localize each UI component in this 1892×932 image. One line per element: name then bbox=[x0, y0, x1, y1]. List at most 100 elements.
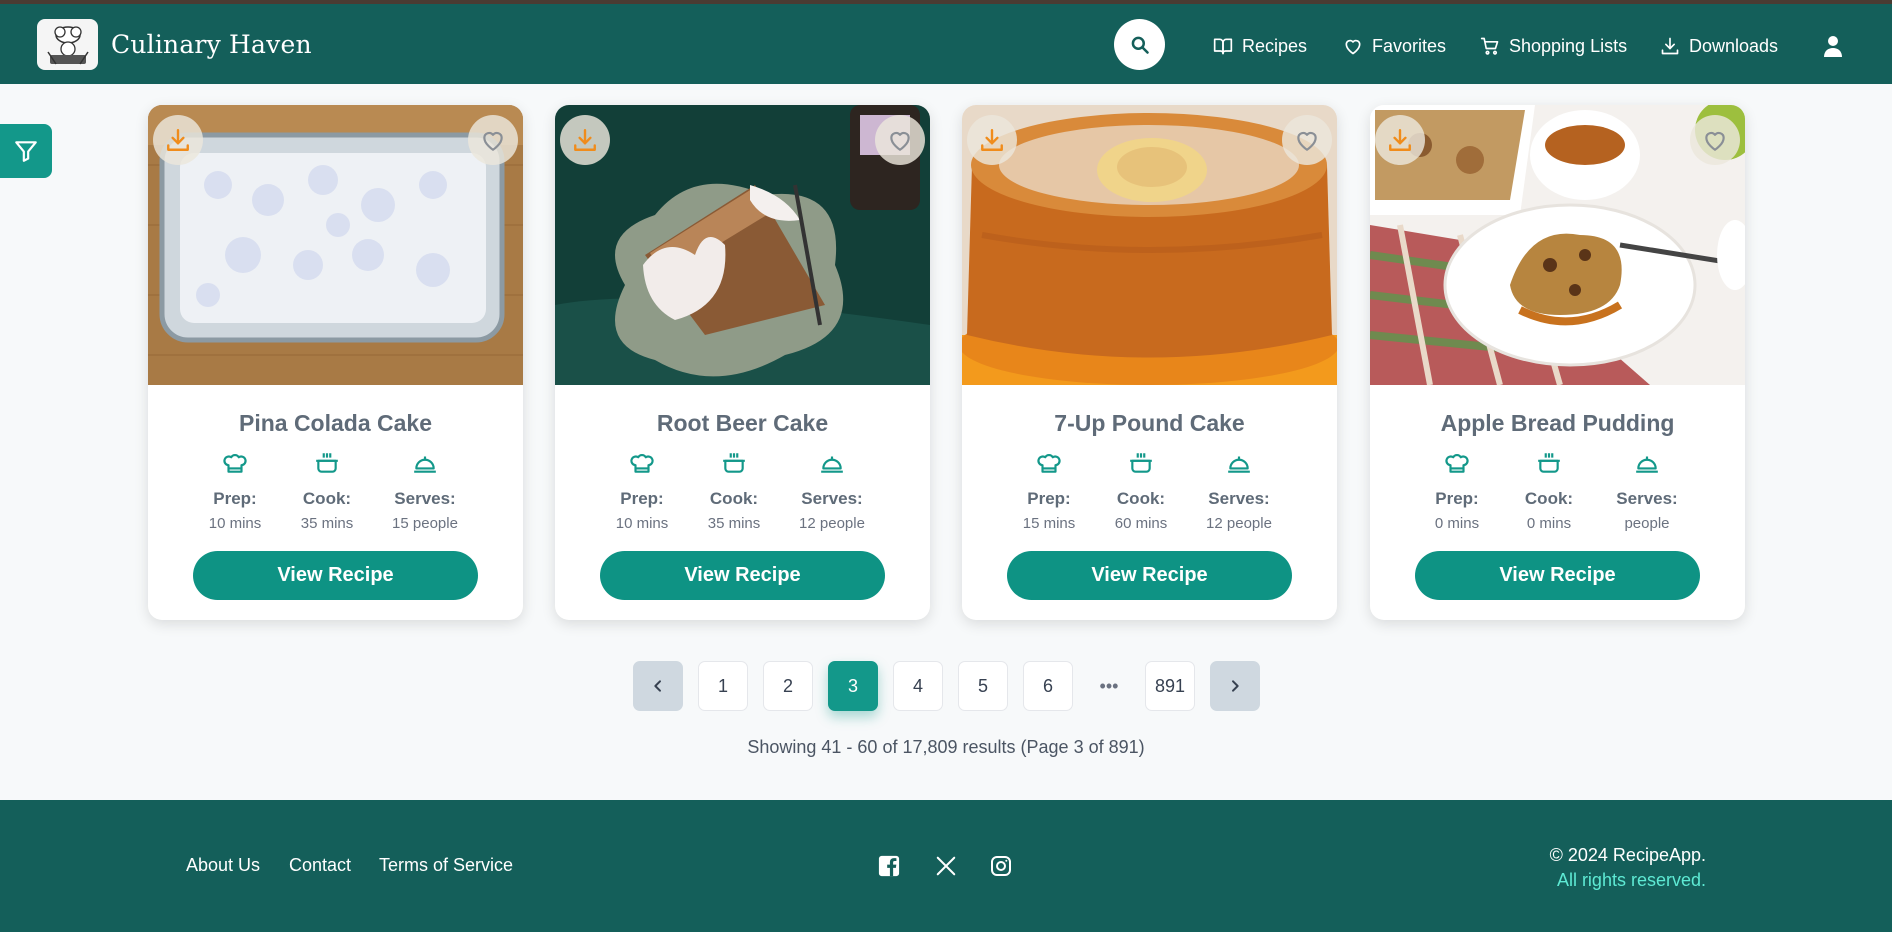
heart-icon bbox=[890, 131, 910, 151]
nav-favorites[interactable]: Favorites bbox=[1343, 34, 1446, 58]
serves-label: Serves: bbox=[1616, 489, 1678, 508]
rights-text: All rights reserved. bbox=[1556, 870, 1706, 890]
nav-shopping-lists[interactable]: Shopping Lists bbox=[1480, 34, 1627, 58]
recipe-title[interactable]: Pina Colada Cake bbox=[148, 410, 523, 437]
pagination-ellipsis: ••• bbox=[1099, 675, 1119, 696]
download-recipe-button[interactable] bbox=[1375, 115, 1425, 165]
serving-dish-icon bbox=[821, 456, 843, 473]
cook-value: 35 mins bbox=[300, 515, 354, 532]
page-button-5[interactable]: 5 bbox=[958, 661, 1008, 711]
favorite-button[interactable] bbox=[875, 115, 925, 165]
footer-link-contact[interactable]: Contact bbox=[289, 855, 351, 876]
servings: Serves: people bbox=[1592, 448, 1702, 532]
chef-hat-icon bbox=[1445, 453, 1469, 473]
cook-time: Cook: 35 mins bbox=[679, 448, 789, 532]
user-account-button[interactable] bbox=[1819, 32, 1847, 60]
recipe-image[interactable] bbox=[555, 105, 930, 385]
recipe-title[interactable]: Apple Bread Pudding bbox=[1370, 410, 1745, 437]
search-button[interactable] bbox=[1114, 19, 1165, 70]
serving-dish-icon bbox=[414, 456, 436, 473]
download-recipe-button[interactable] bbox=[560, 115, 610, 165]
download-icon bbox=[1661, 37, 1679, 55]
view-recipe-button[interactable]: View Recipe bbox=[1415, 551, 1700, 600]
heart-icon bbox=[483, 131, 503, 151]
footer-link-terms[interactable]: Terms of Service bbox=[379, 855, 513, 876]
next-page-button[interactable] bbox=[1210, 661, 1260, 711]
recipe-title[interactable]: Root Beer Cake bbox=[555, 410, 930, 437]
copyright: © 2024 RecipeApp. All rights reserved. bbox=[1550, 843, 1706, 893]
download-icon bbox=[574, 129, 596, 151]
instagram-icon[interactable] bbox=[988, 853, 1014, 879]
x-icon[interactable] bbox=[933, 853, 959, 879]
cooking-pot-icon bbox=[316, 453, 338, 473]
cook-value: 0 mins bbox=[1526, 515, 1572, 532]
brand-name[interactable]: Culinary Haven bbox=[111, 30, 312, 59]
view-recipe-button[interactable]: View Recipe bbox=[600, 551, 885, 600]
download-recipe-button[interactable] bbox=[153, 115, 203, 165]
page-button-6[interactable]: 6 bbox=[1023, 661, 1073, 711]
nav-recipes[interactable]: Recipes bbox=[1213, 34, 1307, 58]
serving-dish-icon bbox=[1636, 456, 1658, 473]
page-button-1[interactable]: 1 bbox=[698, 661, 748, 711]
filter-toggle-button[interactable] bbox=[0, 124, 52, 178]
facebook-icon[interactable] bbox=[876, 853, 902, 879]
cooking-pot-icon bbox=[1538, 453, 1560, 473]
recipe-card: 7-Up Pound Cake Prep: 15 mins Cook: 60 m… bbox=[962, 105, 1337, 620]
cook-value: 35 mins bbox=[707, 515, 761, 532]
recipe-image[interactable] bbox=[148, 105, 523, 385]
serves-value: 12 people bbox=[799, 515, 865, 532]
page-button-2[interactable]: 2 bbox=[763, 661, 813, 711]
cook-label: Cook: bbox=[1524, 489, 1574, 508]
nav-recipes-label: Recipes bbox=[1242, 35, 1308, 56]
cooking-pot-icon bbox=[1130, 453, 1152, 473]
cook-value: 60 mins bbox=[1114, 515, 1168, 532]
footer: About Us Contact Terms of Service © 2024… bbox=[0, 800, 1892, 932]
serves-label: Serves: bbox=[1208, 489, 1270, 508]
search-icon bbox=[1131, 36, 1149, 54]
download-icon bbox=[981, 129, 1003, 151]
download-icon bbox=[1389, 129, 1411, 151]
view-recipe-button[interactable]: View Recipe bbox=[1007, 551, 1292, 600]
page-button-891[interactable]: 891 bbox=[1145, 661, 1195, 711]
recipe-card: Root Beer Cake Prep: 10 mins Cook: 35 mi… bbox=[555, 105, 930, 620]
heart-icon bbox=[1345, 39, 1361, 55]
recipe-card: Pina Colada Cake Prep: 10 mins Cook: 35 … bbox=[148, 105, 523, 620]
serves-value: 15 people bbox=[392, 515, 458, 532]
filter-icon bbox=[15, 141, 37, 162]
download-recipe-button[interactable] bbox=[967, 115, 1017, 165]
nav-downloads-label: Downloads bbox=[1689, 35, 1779, 56]
nav-favorites-label: Favorites bbox=[1372, 35, 1447, 56]
serving-dish-icon bbox=[1228, 456, 1250, 473]
favorite-button[interactable] bbox=[468, 115, 518, 165]
cooking-pot-icon bbox=[723, 453, 745, 473]
serves-label: Serves: bbox=[394, 489, 456, 508]
header: Culinary Haven Recipes Favorites Shoppin… bbox=[0, 4, 1892, 84]
serves-label: Serves: bbox=[801, 489, 863, 508]
cook-time: Cook: 60 mins bbox=[1086, 448, 1196, 532]
page-button-4[interactable]: 4 bbox=[893, 661, 943, 711]
cart-icon bbox=[1480, 37, 1499, 55]
chevron-left-icon bbox=[654, 680, 661, 692]
view-recipe-button[interactable]: View Recipe bbox=[193, 551, 478, 600]
servings: Serves: 12 people bbox=[777, 448, 887, 532]
logo-chef-icon[interactable] bbox=[37, 19, 98, 70]
cook-label: Cook: bbox=[1116, 489, 1166, 508]
servings: Serves: 15 people bbox=[370, 448, 480, 532]
favorite-button[interactable] bbox=[1282, 115, 1332, 165]
download-icon bbox=[167, 129, 189, 151]
recipe-title[interactable]: 7-Up Pound Cake bbox=[962, 410, 1337, 437]
nav-downloads[interactable]: Downloads bbox=[1660, 34, 1778, 58]
recipe-image[interactable] bbox=[962, 105, 1337, 385]
previous-page-button[interactable] bbox=[633, 661, 683, 711]
chef-hat-icon bbox=[1037, 453, 1061, 473]
results-summary: Showing 41 - 60 of 17,809 results (Page … bbox=[747, 737, 1145, 757]
heart-icon bbox=[1297, 131, 1317, 151]
chevron-right-icon bbox=[1232, 680, 1239, 692]
page-button-3-current[interactable]: 3 bbox=[828, 661, 878, 711]
favorite-button[interactable] bbox=[1690, 115, 1740, 165]
footer-link-about[interactable]: About Us bbox=[186, 855, 260, 876]
cook-time: Cook: 0 mins bbox=[1494, 448, 1604, 532]
recipe-image[interactable] bbox=[1370, 105, 1745, 385]
serves-value: people bbox=[1624, 515, 1670, 532]
recipe-card: Apple Bread Pudding Prep: 0 mins Cook: 0… bbox=[1370, 105, 1745, 620]
